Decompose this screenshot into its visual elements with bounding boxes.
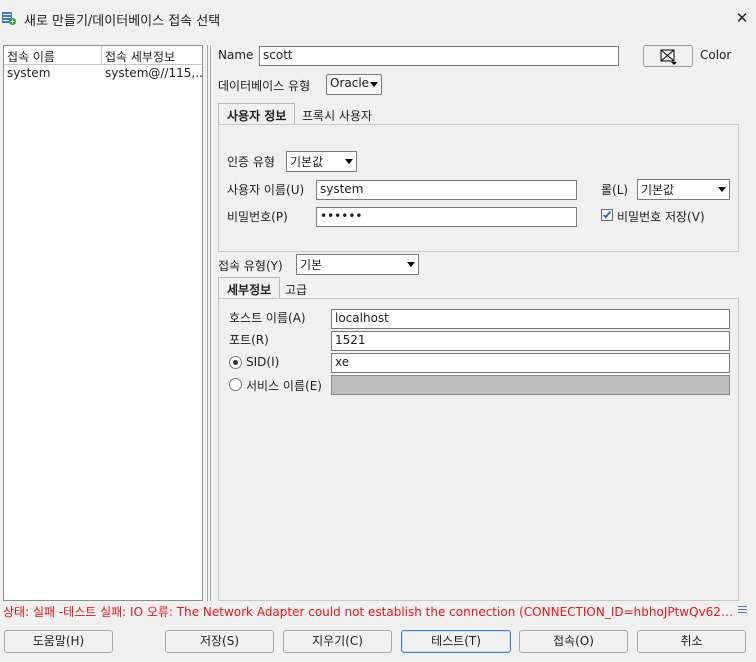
help-button[interactable]: 도움말(H) <box>4 630 113 653</box>
clear-button[interactable]: 지우기(C) <box>283 630 392 653</box>
auth-type-value: 기본값 <box>290 155 324 169</box>
save-password-checkbox[interactable] <box>601 209 613 221</box>
conn-type-value: 기본 <box>300 258 323 272</box>
tab-details[interactable]: 세부정보 <box>218 277 281 299</box>
host-input[interactable]: localhost <box>331 309 730 329</box>
role-label: 롤(L) <box>601 183 629 197</box>
chevron-down-icon <box>407 262 415 267</box>
connection-name: system <box>7 66 51 80</box>
column-header-name[interactable]: 접속 이름 <box>4 46 102 65</box>
test-button[interactable]: 테스트(T) <box>401 630 511 653</box>
port-input[interactable]: 1521 <box>331 331 730 351</box>
db-type-select[interactable]: Oracle <box>326 74 382 95</box>
port-label: 포트(R) <box>229 333 269 347</box>
db-type-value: Oracle <box>330 76 370 90</box>
role-select[interactable]: 기본값 <box>637 179 730 200</box>
details-list-icon[interactable] <box>738 605 748 615</box>
password-label: 비밀번호(P) <box>227 210 288 224</box>
service-name-radio[interactable] <box>229 378 242 391</box>
connect-button[interactable]: 접속(O) <box>519 630 628 653</box>
sid-label: SID(I) <box>246 355 280 369</box>
title-bar: 새로 만들기/데이터베이스 접속 선택 ✕ <box>0 0 756 36</box>
window-title: 새로 만들기/데이터베이스 접속 선택 <box>24 14 221 29</box>
connection-list-header: 접속 이름 접속 세부정보 <box>4 46 202 65</box>
chevron-down-icon <box>370 82 378 87</box>
host-label: 호스트 이름(A) <box>229 311 306 325</box>
color-label: Color <box>700 48 732 62</box>
sid-input[interactable]: xe <box>331 353 730 373</box>
password-input[interactable]: •••••• <box>316 207 577 227</box>
name-input[interactable]: scott <box>259 46 619 66</box>
database-plus-icon <box>2 11 16 25</box>
chevron-down-icon <box>718 187 726 192</box>
save-password-label: 비밀번호 저장(V) <box>617 210 705 224</box>
cancel-button[interactable]: 취소 <box>637 630 746 653</box>
name-label: Name <box>218 48 254 62</box>
color-button[interactable] <box>643 45 693 67</box>
split-pane-divider[interactable] <box>207 45 211 601</box>
username-input[interactable]: system <box>316 180 577 200</box>
auth-type-select[interactable]: 기본값 <box>286 151 357 172</box>
service-name-input[interactable] <box>331 375 730 395</box>
auth-type-label: 인증 유형 <box>227 155 275 169</box>
username-label: 사용자 이름(U) <box>227 183 305 197</box>
chevron-down-icon <box>345 159 353 164</box>
close-icon[interactable]: ✕ <box>733 9 751 27</box>
connection-detail: system@//115,... <box>105 66 202 80</box>
service-name-label: 서비스 이름(E) <box>246 379 322 393</box>
tab-user-info[interactable]: 사용자 정보 <box>218 103 296 125</box>
db-type-label: 데이터베이스 유형 <box>218 79 311 93</box>
radio-dot <box>233 360 238 365</box>
color-picker-icon <box>660 49 677 65</box>
column-header-detail[interactable]: 접속 세부정보 <box>102 46 202 65</box>
connection-list[interactable]: 접속 이름 접속 세부정보 system system@//115,... <box>3 45 203 601</box>
checkmark-icon <box>602 209 612 219</box>
sid-radio[interactable] <box>229 356 242 369</box>
conn-type-select[interactable]: 기본 <box>296 254 419 275</box>
role-value: 기본값 <box>641 183 675 197</box>
connection-row[interactable]: system system@//115,... <box>4 65 202 82</box>
status-message: 상태: 실패 -테스트 실패: IO 오류: The Network Adapt… <box>3 605 733 619</box>
save-button[interactable]: 저장(S) <box>165 630 274 653</box>
conn-type-label: 접속 유형(Y) <box>218 259 283 273</box>
